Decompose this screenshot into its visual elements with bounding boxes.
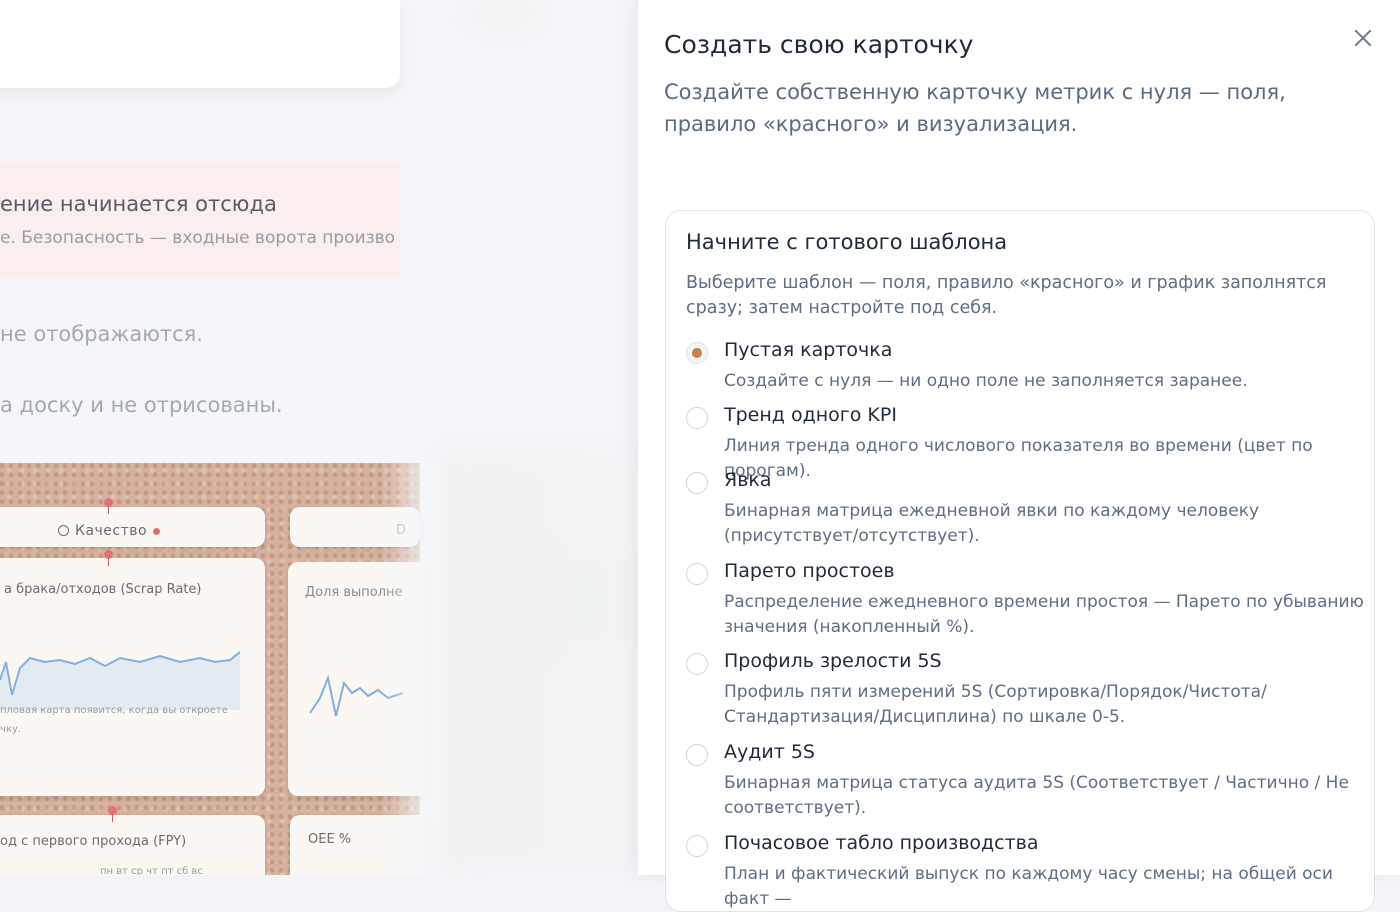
background-app: ение начинается отсюда е. Безопасность —… (0, 0, 640, 875)
board-card-hint: пловая карта появится, когда вы откроете (0, 705, 228, 716)
radio-button[interactable] (686, 472, 708, 494)
template-option-name: Парето простоев (724, 560, 895, 582)
template-option-description: План и фактический выпуск по каждому час… (724, 864, 1333, 909)
template-option-name: Профиль зрелости 5S (724, 650, 942, 672)
background-alert-subtitle: е. Безопасность — входные ворота произво (0, 228, 396, 248)
template-option-description: Бинарная матрица ежедневной явки по кажд… (724, 501, 1260, 546)
radio-button[interactable] (686, 407, 708, 429)
close-icon[interactable] (1351, 26, 1375, 50)
background-blur-overlay (395, 0, 640, 875)
radio-button[interactable] (686, 835, 708, 857)
pin-icon (104, 498, 113, 514)
panel-title: Создать свою карточку (664, 30, 974, 59)
background-topbar (0, 0, 400, 88)
search-icon (58, 525, 69, 536)
board-card-weekdays: пн вт ср чт пт сб вс (100, 866, 203, 875)
background-note: а доску и не отрисованы. (0, 393, 283, 417)
status-dot (153, 527, 161, 535)
template-selector: Начните с готового шаблона Выберите шабл… (665, 210, 1375, 912)
template-selector-description: Выберите шаблон — поля, правило «красног… (686, 273, 1327, 318)
radio-button[interactable] (686, 744, 708, 766)
radio-button[interactable] (686, 563, 708, 585)
background-note: не отображаются. (0, 322, 203, 346)
radio-button[interactable] (686, 342, 708, 364)
board-card-title: од с первого прохода (FPY) (0, 834, 187, 849)
template-option-name: Тренд одного KPI (724, 404, 897, 426)
background-alert-title: ение начинается отсюда (0, 192, 277, 216)
radio-button[interactable] (686, 653, 708, 675)
template-option-description: Бинарная матрица статуса аудита 5S (Соот… (724, 773, 1349, 818)
board-card-title: OEE % (308, 832, 352, 847)
template-option-description: Линия тренда одного числового показателя… (724, 436, 1313, 481)
create-card-panel: Создать свою карточку Создайте собственн… (637, 0, 1400, 912)
template-option-name: Аудит 5S (724, 741, 815, 763)
board-card-title: а брака/отходов (Scrap Rate) (4, 582, 202, 597)
template-option-description: Профиль пяти измерений 5S (Сортировка/По… (724, 682, 1267, 727)
template-option-name: Почасовое табло производства (724, 832, 1039, 854)
background-alert-banner (0, 162, 400, 277)
pin-icon (104, 550, 113, 566)
board-column-header-label: Качество (58, 523, 161, 539)
panel-subtitle: Создайте собственную карточку метрик с н… (664, 80, 1286, 136)
sparkline-chart (0, 651, 241, 710)
template-option-name: Пустая карточка (724, 339, 893, 361)
board-card-hint: чку. (0, 724, 22, 735)
template-option-description: Создайте с нуля — ни одно поле не заполн… (724, 371, 1248, 391)
pin-icon (108, 806, 117, 822)
template-option-description: Распределение ежедневного времени просто… (724, 592, 1364, 637)
template-option-name: Явка (724, 469, 772, 491)
template-selector-title: Начните с готового шаблона (686, 230, 1008, 254)
